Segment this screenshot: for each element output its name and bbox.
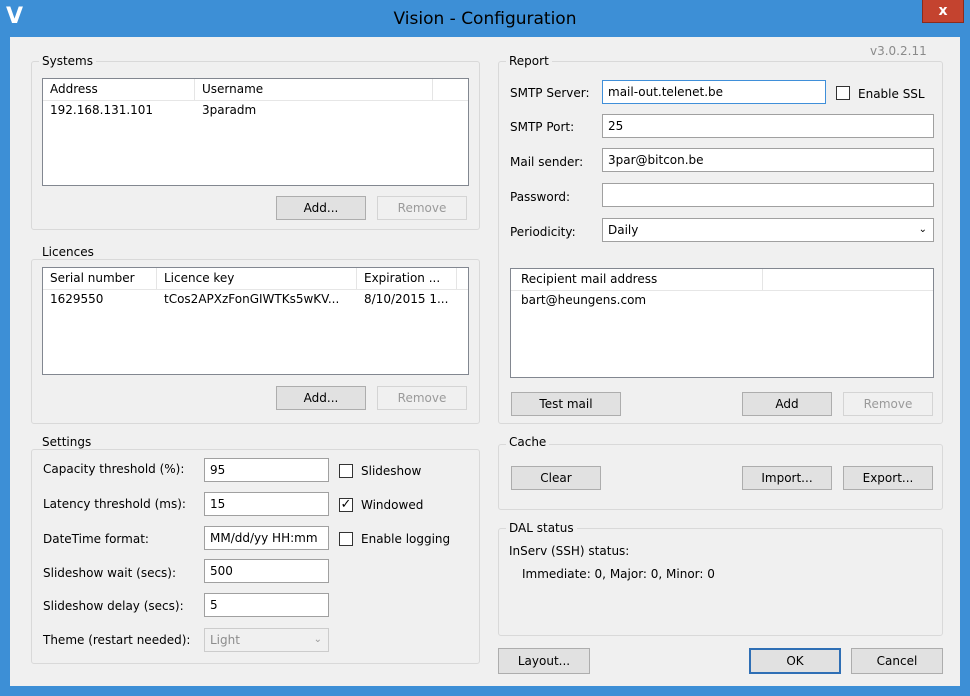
slideshow-checkbox[interactable] [339,464,353,478]
column-header-address[interactable]: Address [43,79,195,100]
password-input[interactable] [602,183,934,207]
window-title: Vision - Configuration [393,9,577,29]
version-label: v3.0.2.11 [870,44,927,58]
alert-counts-text: Immediate: 0, Major: 0, Minor: 0 [522,567,715,581]
column-header-filler [433,79,468,100]
report-group-label: Report [506,54,552,68]
capacity-threshold-input[interactable]: 95 [204,458,329,482]
add-recipient-button[interactable]: Add [742,392,832,416]
periodicity-select-value: Daily [608,223,639,237]
recipients-list-header: Recipient mail address [511,269,933,291]
column-header-recipient[interactable]: Recipient mail address [511,269,763,290]
systems-add-button[interactable]: Add... [276,196,366,220]
latency-threshold-input[interactable]: 15 [204,492,329,516]
slideshow-checkbox-label[interactable]: Slideshow [361,464,421,478]
slideshow-wait-input[interactable]: 500 [204,559,329,583]
theme-select[interactable]: Light ⌄ [204,628,329,652]
smtp-server-label: SMTP Server: [510,86,590,100]
cell-expiration: 8/10/2015 1... [364,292,449,306]
mail-sender-label: Mail sender: [510,155,584,169]
import-button[interactable]: Import... [742,466,832,490]
ok-button[interactable]: OK [749,648,841,674]
recipient-address: bart@heungens.com [521,293,647,307]
column-header-expiration[interactable]: Expiration ... [357,268,457,289]
slideshow-delay-input[interactable]: 5 [204,593,329,617]
column-header-serial[interactable]: Serial number [43,268,157,289]
licences-remove-button[interactable]: Remove [377,386,467,410]
chevron-down-icon: ⌄ [918,224,927,235]
cell-serial: 1629550 [50,292,104,306]
licences-list-header: Serial number Licence key Expiration ... [43,268,468,290]
layout-button[interactable]: Layout... [498,648,590,674]
clear-cache-button[interactable]: Clear [511,466,601,490]
licences-add-button[interactable]: Add... [276,386,366,410]
cache-group-label: Cache [506,435,550,449]
systems-remove-button[interactable]: Remove [377,196,467,220]
column-header-filler [457,268,468,289]
cell-username: 3paradm [202,103,257,117]
column-header-username[interactable]: Username [195,79,433,100]
smtp-server-input[interactable]: mail-out.telenet.be [602,80,826,104]
theme-label: Theme (restart needed): [43,633,191,647]
mail-sender-input[interactable]: 3par@bitcon.be [602,148,934,172]
periodicity-select[interactable]: Daily ⌄ [602,218,934,242]
datetime-format-input[interactable]: MM/dd/yy HH:mm [204,526,329,550]
systems-list[interactable]: Address Username 192.168.131.101 3paradm [42,78,469,186]
remove-recipient-button[interactable]: Remove [843,392,933,416]
systems-group-label: Systems [39,54,96,68]
enable-logging-checkbox[interactable] [339,532,353,546]
windowed-checkbox-label[interactable]: Windowed [361,498,423,512]
theme-select-value: Light [210,633,240,647]
slideshow-delay-label: Slideshow delay (secs): [43,599,184,613]
dal-status-group-label: DAL status [506,521,577,535]
enable-ssl-checkbox[interactable] [836,86,850,100]
cell-licence-key: tCos2APXzFonGIWTKs5wKV... [164,292,340,306]
list-item[interactable]: bart@heungens.com [511,291,933,309]
smtp-port-input[interactable]: 25 [602,114,934,138]
table-row[interactable]: 192.168.131.101 3paradm [43,101,468,119]
settings-group-label: Settings [39,435,95,449]
chevron-down-icon: ⌄ [313,634,322,645]
close-icon: x [938,3,948,19]
smtp-port-label: SMTP Port: [510,120,575,134]
systems-list-header: Address Username [43,79,468,101]
password-label: Password: [510,190,571,204]
export-button[interactable]: Export... [843,466,933,490]
enable-logging-checkbox-label[interactable]: Enable logging [361,532,450,546]
datetime-format-label: DateTime format: [43,532,149,546]
capacity-threshold-label: Capacity threshold (%): [43,462,185,476]
windowed-checkbox[interactable]: ✓ [339,498,353,512]
checkmark-icon: ✓ [340,497,352,512]
cancel-button[interactable]: Cancel [851,648,943,674]
inserv-status-label: InServ (SSH) status: [509,544,630,558]
recipients-list[interactable]: Recipient mail address bart@heungens.com [510,268,934,378]
close-button[interactable]: x [922,0,964,23]
enable-ssl-label[interactable]: Enable SSL [858,87,925,101]
licences-list[interactable]: Serial number Licence key Expiration ...… [42,267,469,375]
slideshow-wait-label: Slideshow wait (secs): [43,566,177,580]
cell-address: 192.168.131.101 [50,103,154,117]
table-row[interactable]: 1629550 tCos2APXzFonGIWTKs5wKV... 8/10/2… [43,290,468,308]
test-mail-button[interactable]: Test mail [511,392,621,416]
licences-group-label: Licences [39,245,97,259]
latency-threshold-label: Latency threshold (ms): [43,497,186,511]
periodicity-label: Periodicity: [510,225,576,239]
column-header-filler [763,269,933,290]
column-header-licence-key[interactable]: Licence key [157,268,357,289]
